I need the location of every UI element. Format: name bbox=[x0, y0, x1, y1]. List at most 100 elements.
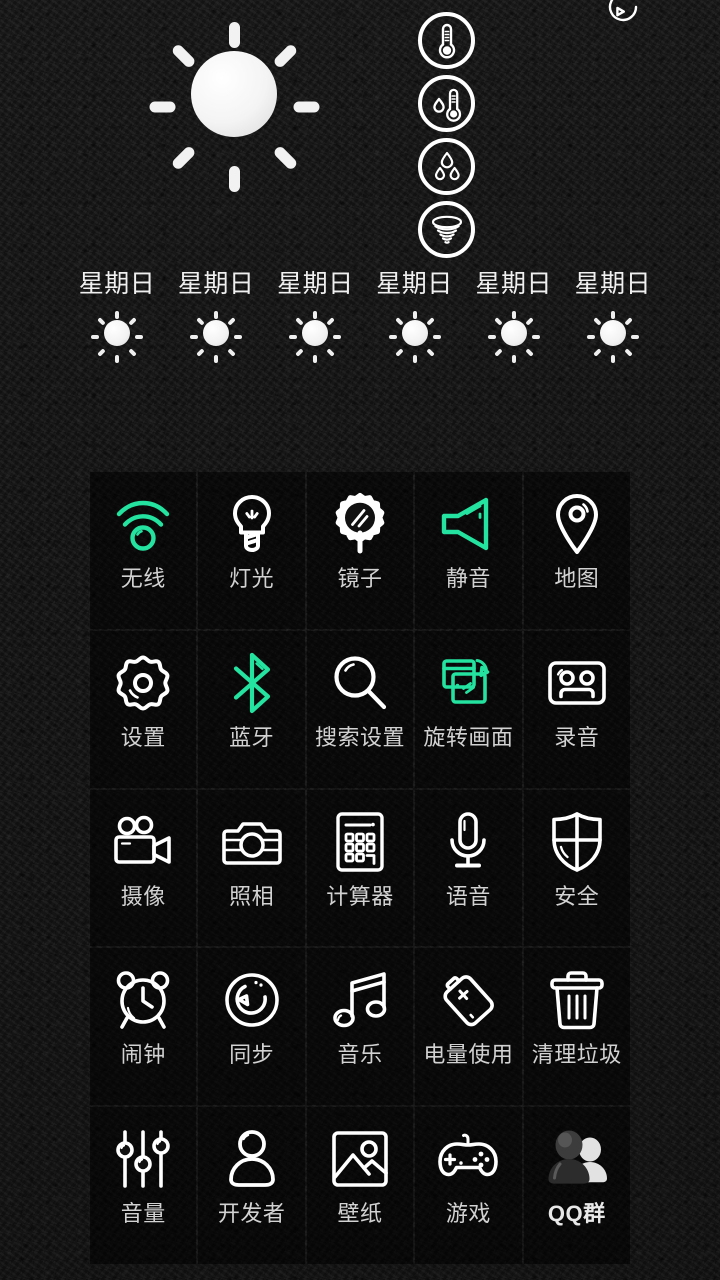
forecast-day-label: 星期日 bbox=[475, 270, 552, 298]
app-label: 旋转画面 bbox=[423, 724, 514, 750]
forecast-cell[interactable]: 星期日 bbox=[268, 268, 362, 368]
app-label: 静音 bbox=[445, 566, 491, 591]
sun-icon bbox=[148, 8, 320, 192]
microphone-icon bbox=[436, 810, 500, 874]
app-tile-volume[interactable]: 音量 bbox=[90, 1107, 197, 1264]
app-label: 电量使用 bbox=[423, 1042, 514, 1068]
forecast-row: 星期日 星期日 星期日 星期日 星期日 星期日 bbox=[70, 268, 660, 368]
forecast-cell[interactable]: 星期日 bbox=[70, 268, 164, 368]
app-tile-battery[interactable]: 电量使用 bbox=[415, 948, 522, 1106]
picture-icon bbox=[328, 1127, 392, 1191]
home-screen: 星期日 星期日 星期日 星期日 星期日 星期日 无线 灯光 镜子 静音 地图 设… bbox=[0, 0, 720, 1280]
person-icon bbox=[220, 1127, 284, 1191]
tornado-wind-icon bbox=[418, 201, 475, 258]
app-tile-camera[interactable]: 照相 bbox=[198, 789, 305, 947]
sun-icon bbox=[90, 306, 144, 363]
app-label: 设置 bbox=[120, 724, 166, 750]
app-tile-qq-group[interactable]: QQ群 bbox=[523, 1107, 630, 1264]
calculator-icon bbox=[328, 810, 392, 874]
app-label: 地图 bbox=[554, 566, 600, 591]
app-tile-music[interactable]: 音乐 bbox=[306, 948, 414, 1106]
sun-icon bbox=[487, 306, 541, 363]
app-label: 闹钟 bbox=[120, 1042, 166, 1068]
app-tile-settings[interactable]: 设置 bbox=[90, 630, 197, 788]
app-tile-wallpaper[interactable]: 壁纸 bbox=[306, 1107, 414, 1264]
app-tile-bluetooth[interactable]: 蓝牙 bbox=[198, 630, 305, 788]
app-label: 壁纸 bbox=[337, 1201, 383, 1227]
refresh-icon[interactable] bbox=[600, 0, 646, 30]
app-tile-mirror[interactable]: 镜子 bbox=[306, 472, 414, 629]
shield-icon bbox=[545, 810, 609, 874]
forecast-cell[interactable]: 星期日 bbox=[368, 268, 462, 368]
cassette-icon bbox=[545, 651, 609, 715]
thermometer-humidity-icon bbox=[418, 75, 475, 132]
app-label: 清理垃圾 bbox=[531, 1042, 622, 1068]
app-tile-recorder[interactable]: 录音 bbox=[523, 630, 630, 788]
app-label: 音量 bbox=[120, 1201, 166, 1227]
forecast-cell[interactable]: 星期日 bbox=[467, 268, 561, 368]
sun-icon bbox=[388, 306, 442, 363]
bluetooth-icon bbox=[220, 651, 284, 715]
forecast-day-label: 星期日 bbox=[277, 270, 354, 298]
alarm-clock-icon bbox=[111, 968, 175, 1032]
app-tile-map[interactable]: 地图 bbox=[523, 472, 630, 629]
video-camera-icon bbox=[111, 810, 175, 874]
app-label: 游戏 bbox=[445, 1201, 491, 1227]
app-label: QQ群 bbox=[547, 1201, 606, 1227]
app-tile-mute[interactable]: 静音 bbox=[415, 472, 522, 629]
app-label: 照相 bbox=[229, 883, 275, 909]
rotate-screen-icon bbox=[436, 651, 500, 715]
music-note-icon bbox=[328, 968, 392, 1032]
map-pin-icon bbox=[545, 492, 609, 556]
raindrops-icon bbox=[418, 138, 475, 195]
gamepad-icon bbox=[436, 1127, 500, 1191]
gear-icon bbox=[111, 651, 175, 715]
app-tile-video[interactable]: 摄像 bbox=[90, 789, 197, 947]
forecast-day-label: 星期日 bbox=[574, 270, 652, 298]
speaker-mute-icon bbox=[436, 492, 500, 556]
app-label: 灯光 bbox=[229, 566, 275, 591]
app-label: 计算器 bbox=[326, 883, 394, 909]
sun-icon bbox=[586, 306, 640, 363]
sync-icon bbox=[220, 968, 284, 1032]
app-tile-search-settings[interactable]: 搜索设置 bbox=[306, 630, 414, 788]
sliders-icon bbox=[111, 1127, 175, 1191]
camera-icon bbox=[220, 810, 284, 874]
app-label: 同步 bbox=[229, 1042, 275, 1068]
thermometer-icon bbox=[418, 12, 475, 69]
app-tile-rotate-screen[interactable]: 旋转画面 bbox=[415, 630, 522, 788]
app-label: 镜子 bbox=[337, 566, 383, 591]
app-tile-security[interactable]: 安全 bbox=[523, 789, 630, 947]
app-label: 搜索设置 bbox=[314, 724, 405, 750]
app-label: 蓝牙 bbox=[229, 724, 275, 750]
forecast-cell[interactable]: 星期日 bbox=[169, 268, 263, 368]
forecast-day-label: 星期日 bbox=[376, 270, 453, 298]
search-icon bbox=[328, 651, 392, 715]
weather-widget[interactable]: 星期日 星期日 星期日 星期日 星期日 星期日 bbox=[0, 0, 720, 390]
forecast-cell[interactable]: 星期日 bbox=[566, 268, 660, 368]
mirror-icon bbox=[328, 492, 392, 556]
app-tile-calculator[interactable]: 计算器 bbox=[306, 789, 414, 947]
sun-icon bbox=[288, 306, 342, 363]
app-tile-games[interactable]: 游戏 bbox=[415, 1107, 522, 1264]
sun-icon bbox=[189, 306, 243, 363]
app-label: 录音 bbox=[554, 724, 600, 750]
lightbulb-icon bbox=[220, 492, 284, 556]
app-tile-wifi[interactable]: 无线 bbox=[90, 472, 197, 629]
app-label: 开发者 bbox=[217, 1201, 286, 1227]
weather-metric-column bbox=[418, 12, 476, 264]
forecast-day-label: 星期日 bbox=[78, 270, 156, 298]
app-tile-alarm[interactable]: 闹钟 bbox=[90, 948, 197, 1106]
app-tile-voice[interactable]: 语音 bbox=[415, 789, 522, 947]
app-tile-developer[interactable]: 开发者 bbox=[198, 1107, 305, 1264]
app-tile-light[interactable]: 灯光 bbox=[198, 472, 305, 629]
app-label: 音乐 bbox=[337, 1042, 383, 1068]
app-grid: 无线 灯光 镜子 静音 地图 设置 蓝牙 搜索设置 旋转画面 录音 摄像 照相 … bbox=[90, 472, 630, 1264]
trash-can-icon bbox=[545, 968, 609, 1032]
app-label: 摄像 bbox=[120, 883, 166, 909]
battery-icon bbox=[436, 968, 500, 1032]
forecast-day-label: 星期日 bbox=[177, 270, 255, 298]
app-tile-clean-junk[interactable]: 清理垃圾 bbox=[523, 948, 630, 1106]
app-tile-sync[interactable]: 同步 bbox=[198, 948, 305, 1106]
app-label: 无线 bbox=[120, 566, 166, 591]
